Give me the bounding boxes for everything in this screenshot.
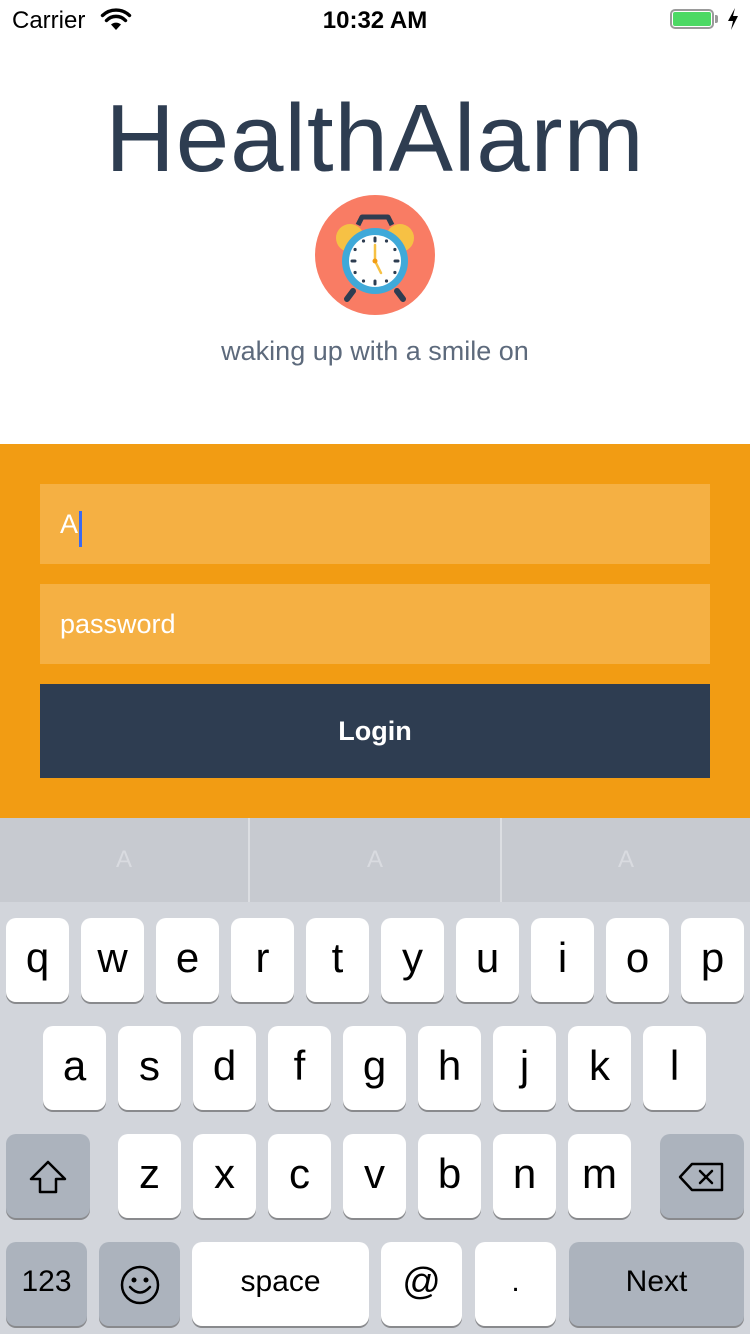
key-j[interactable]: j (493, 1026, 556, 1110)
app-tagline: waking up with a smile on (221, 336, 529, 366)
key-c[interactable]: c (268, 1134, 331, 1218)
shift-key[interactable] (6, 1134, 90, 1218)
key-q[interactable]: q (6, 918, 69, 1002)
dot-key[interactable]: . (475, 1242, 556, 1326)
shift-arrow-icon (29, 1160, 67, 1194)
key-b[interactable]: b (418, 1134, 481, 1218)
login-button[interactable]: Login (40, 684, 710, 778)
predictive-text-bar: A A A (0, 818, 750, 902)
key-s[interactable]: s (118, 1026, 181, 1110)
key-z[interactable]: z (118, 1134, 181, 1218)
numbers-key[interactable]: 123 (6, 1242, 87, 1326)
key-m[interactable]: m (568, 1134, 631, 1218)
onscreen-keyboard: A A A q w e r t y u i o p a s d f g h j … (0, 818, 750, 1334)
key-y[interactable]: y (381, 918, 444, 1002)
key-p[interactable]: p (681, 918, 744, 1002)
emoji-smiley-icon (120, 1265, 159, 1305)
key-i[interactable]: i (531, 918, 594, 1002)
battery-icon (670, 9, 718, 31)
username-value: A (60, 509, 79, 539)
status-bar: Carrier 10:32 AM (0, 0, 750, 40)
delete-key[interactable] (660, 1134, 744, 1218)
alarm-clock-icon (315, 195, 435, 315)
password-placeholder: password (60, 609, 176, 639)
key-t[interactable]: t (306, 918, 369, 1002)
key-k[interactable]: k (568, 1026, 631, 1110)
key-o[interactable]: o (606, 918, 669, 1002)
clock-time: 10:32 AM (322, 7, 428, 34)
space-key[interactable]: space (192, 1242, 369, 1326)
login-form-panel: A password Login (0, 444, 750, 818)
at-key[interactable]: @ (381, 1242, 462, 1326)
charging-bolt-icon (728, 8, 738, 30)
prediction-suggestion-1[interactable]: A (0, 818, 248, 902)
key-d[interactable]: d (193, 1026, 256, 1110)
next-key[interactable]: Next (569, 1242, 744, 1326)
prediction-suggestion-2[interactable]: A (250, 818, 500, 902)
key-v[interactable]: v (343, 1134, 406, 1218)
username-field[interactable]: A (40, 484, 710, 564)
key-n[interactable]: n (493, 1134, 556, 1218)
prediction-suggestion-3[interactable]: A (502, 818, 750, 902)
key-x[interactable]: x (193, 1134, 256, 1218)
key-r[interactable]: r (231, 918, 294, 1002)
key-f[interactable]: f (268, 1026, 331, 1110)
key-w[interactable]: w (81, 918, 144, 1002)
key-u[interactable]: u (456, 918, 519, 1002)
key-h[interactable]: h (418, 1026, 481, 1110)
key-g[interactable]: g (343, 1026, 406, 1110)
delete-backspace-icon (678, 1162, 724, 1192)
password-field[interactable]: password (40, 584, 710, 664)
key-a[interactable]: a (43, 1026, 106, 1110)
app-title: HealthAlarm (105, 85, 645, 192)
text-cursor (79, 510, 83, 547)
key-l[interactable]: l (643, 1026, 706, 1110)
emoji-key[interactable] (99, 1242, 180, 1326)
key-e[interactable]: e (156, 918, 219, 1002)
